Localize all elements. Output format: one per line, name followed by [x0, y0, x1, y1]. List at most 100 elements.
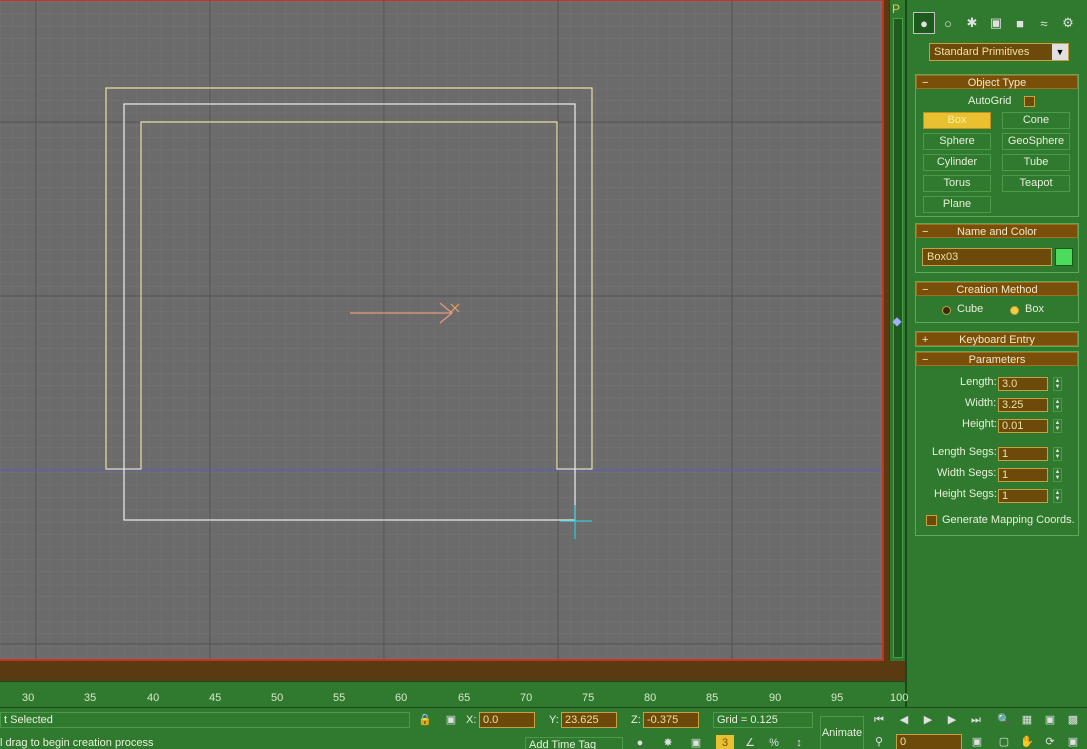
lock-icon[interactable]: 🔒 [416, 712, 434, 728]
key-mode-icon[interactable]: ⚲ [870, 734, 888, 749]
previous-frame-icon[interactable]: ◀ [895, 712, 913, 728]
object-type-rollout: − Object Type AutoGrid Box Cone Sphere G… [915, 74, 1079, 217]
timeline-tick: 80 [644, 692, 657, 704]
viewport-grid-canvas[interactable] [0, 1, 884, 661]
zoom-all-icon[interactable]: ▦ [1018, 712, 1036, 728]
current-frame-field[interactable]: 0 [896, 734, 962, 749]
shapes-tab-icon[interactable]: ○ [937, 12, 959, 34]
scroll-track[interactable] [893, 18, 903, 658]
degradation-override-icon[interactable]: ▣ [687, 735, 705, 749]
object-name-field[interactable]: Box03 [922, 248, 1052, 266]
torus-button[interactable]: Torus [923, 175, 991, 192]
name-color-header[interactable]: − Name and Color [916, 224, 1078, 238]
angle-snap-icon[interactable]: ∠ [741, 735, 759, 749]
box-radio[interactable] [1010, 306, 1019, 315]
zoom-icon[interactable]: 🔍 [995, 712, 1013, 728]
prompt-line: l drag to begin creation process [0, 737, 154, 749]
grid-spacing-display: Grid = 0.125 [713, 712, 813, 728]
box-button[interactable]: Box [923, 112, 991, 129]
height-spinner-arrows-icon[interactable]: ▲ ▼ [1053, 419, 1062, 433]
parameters-rollout: − Parameters Length: 3.0 ▲ ▼ Width: 3.25 … [915, 351, 1079, 536]
timeline-tick: 50 [271, 692, 284, 704]
scroll-handle-icon[interactable]: ◆ [890, 314, 904, 332]
cube-radio[interactable] [942, 306, 951, 315]
create-tab-icon[interactable]: ● [913, 12, 935, 34]
x-coordinate-field[interactable]: 0.0 [479, 712, 535, 728]
animate-button[interactable]: Animate [820, 716, 864, 749]
parameters-header[interactable]: − Parameters [916, 352, 1078, 366]
cylinder-button[interactable]: Cylinder [923, 154, 991, 171]
object-type-header[interactable]: − Object Type [916, 75, 1078, 89]
keyboard-entry-header[interactable]: + Keyboard Entry [916, 332, 1078, 346]
geosphere-button[interactable]: GeoSphere [1002, 133, 1070, 150]
zoom-extents-all-icon[interactable]: ▩ [1064, 712, 1082, 728]
object-color-swatch[interactable] [1055, 248, 1073, 266]
helpers-tab-icon[interactable]: ■ [1009, 12, 1031, 34]
autogrid-checkbox[interactable] [1024, 96, 1035, 107]
creation-method-rollout: − Creation Method Cube Box [915, 281, 1079, 323]
generate-mapping-checkbox[interactable] [926, 515, 937, 526]
height-segs-label: Height Segs: [934, 488, 997, 500]
cone-button[interactable]: Cone [1002, 112, 1070, 129]
creation-method-header[interactable]: − Creation Method [916, 282, 1078, 296]
crossing-selection-icon[interactable]: ✸ [659, 735, 677, 749]
y-label: Y: [549, 714, 559, 726]
length-label: Length: [960, 376, 997, 388]
timeline-tick: 35 [84, 692, 97, 704]
spacewarps-tab-icon[interactable]: ≈ [1033, 12, 1055, 34]
time-config-icon[interactable]: ▣ [968, 734, 986, 749]
timeline-tick: 45 [209, 692, 222, 704]
width-segs-label: Width Segs: [937, 467, 997, 479]
cube-label: Cube [957, 303, 984, 315]
autogrid-label: AutoGrid [968, 95, 1012, 107]
systems-tab-icon[interactable]: ⚙ [1057, 12, 1079, 34]
tube-button[interactable]: Tube [1002, 154, 1070, 171]
plane-button[interactable]: Plane [923, 196, 991, 213]
z-coordinate-field[interactable]: -0.375 [643, 712, 699, 728]
arc-rotate-icon[interactable]: ⟳ [1041, 734, 1059, 749]
collapse-icon: − [922, 354, 929, 366]
snap-toggle-icon[interactable]: 3 [716, 735, 734, 749]
width-segs-spinner[interactable]: 1 [998, 468, 1048, 482]
zoom-extents-icon[interactable]: ▣ [1041, 712, 1059, 728]
next-frame-icon[interactable]: ▶ [943, 712, 961, 728]
add-time-tag-button[interactable]: Add Time Tag [525, 737, 623, 749]
box-label: Box [1025, 303, 1044, 315]
width-spinner-arrows-icon[interactable]: ▲ ▼ [1053, 398, 1062, 412]
width-segs-spinner-arrows-icon[interactable]: ▲ ▼ [1053, 468, 1062, 482]
panel-scroll-strip[interactable]: P ◆ [889, 0, 905, 661]
height-spinner[interactable]: 0.01 [998, 419, 1048, 433]
timeline-tick: 65 [458, 692, 471, 704]
primitive-type-dropdown[interactable]: Standard Primitives ▼ [929, 43, 1069, 61]
timeline-ruler[interactable]: 30 35 40 45 50 55 60 65 70 75 80 85 90 9… [0, 681, 908, 705]
perspective-viewport[interactable] [0, 0, 884, 661]
play-icon[interactable]: ▶ [919, 712, 937, 728]
height-segs-spinner-arrows-icon[interactable]: ▲ ▼ [1053, 489, 1062, 503]
cameras-tab-icon[interactable]: ▣ [985, 12, 1007, 34]
maximize-viewport-icon[interactable]: ▣ [1064, 734, 1082, 749]
width-spinner[interactable]: 3.25 [998, 398, 1048, 412]
spinner-snap-icon[interactable]: ↕ [790, 735, 808, 749]
time-slider-track[interactable] [0, 661, 905, 681]
region-zoom-icon[interactable]: ▢ [995, 734, 1013, 749]
go-to-start-icon[interactable]: ⏮ [870, 712, 888, 728]
absolute-mode-icon[interactable]: ▣ [442, 712, 460, 728]
sphere-button[interactable]: Sphere [923, 133, 991, 150]
timeline-tick: 70 [520, 692, 533, 704]
percent-snap-icon[interactable]: % [765, 735, 783, 749]
length-spinner[interactable]: 3.0 [998, 377, 1048, 391]
go-to-end-icon[interactable]: ⏭ [967, 712, 985, 728]
timeline-tick: 40 [147, 692, 160, 704]
lights-tab-icon[interactable]: ✱ [961, 12, 983, 34]
selection-filter-icon[interactable]: ● [631, 735, 649, 749]
length-spinner-arrows-icon[interactable]: ▲ ▼ [1053, 377, 1062, 391]
y-coordinate-field[interactable]: 23.625 [561, 712, 617, 728]
pan-hand-icon[interactable]: ✋ [1018, 734, 1036, 749]
chevron-down-icon[interactable]: ▼ [1052, 44, 1068, 60]
timeline-tick: 95 [831, 692, 844, 704]
timeline-tick: 90 [769, 692, 782, 704]
teapot-button[interactable]: Teapot [1002, 175, 1070, 192]
length-segs-spinner-arrows-icon[interactable]: ▲ ▼ [1053, 447, 1062, 461]
length-segs-spinner[interactable]: 1 [998, 447, 1048, 461]
height-segs-spinner[interactable]: 1 [998, 489, 1048, 503]
